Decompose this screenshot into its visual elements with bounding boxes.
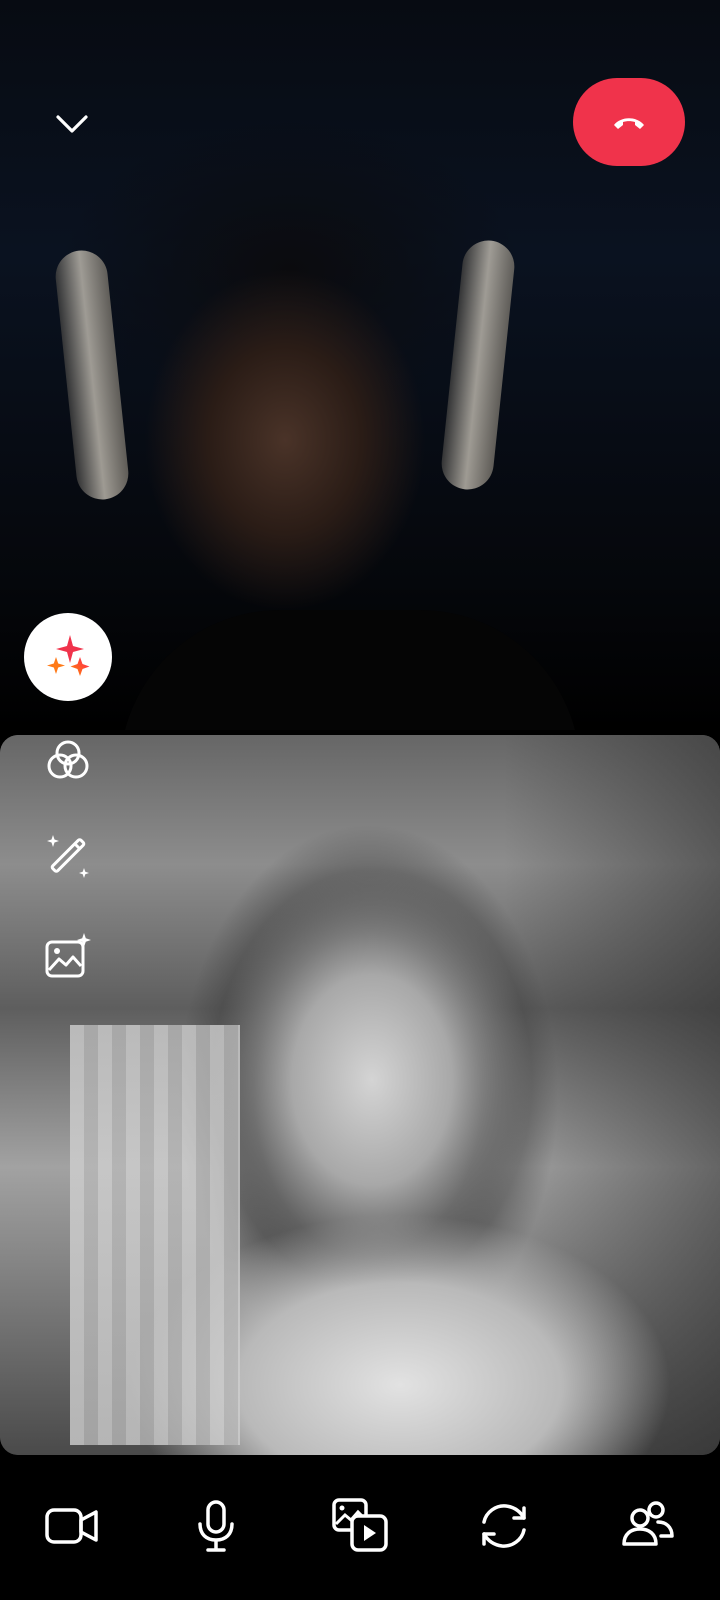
background-button[interactable]	[40, 928, 96, 984]
local-video-feed	[0, 735, 720, 1455]
microphone-toggle-button[interactable]	[180, 1490, 252, 1562]
sparkles-icon	[47, 635, 90, 676]
headphone-right	[439, 237, 517, 493]
video-camera-icon	[45, 1508, 98, 1544]
participants-button[interactable]	[612, 1490, 684, 1562]
flip-camera-icon	[482, 1504, 526, 1548]
microphone-icon	[198, 1500, 234, 1552]
filters-icon	[47, 740, 89, 779]
phone-hangup-icon	[614, 118, 644, 129]
share-media-icon	[332, 1498, 388, 1552]
camera-toggle-button[interactable]	[36, 1490, 108, 1562]
effects-button[interactable]	[24, 613, 112, 701]
share-media-button[interactable]	[324, 1490, 396, 1562]
filters-button[interactable]	[40, 733, 96, 789]
minimize-button[interactable]	[44, 96, 100, 152]
participants-icon	[622, 1501, 674, 1546]
flip-camera-button[interactable]	[468, 1490, 540, 1562]
remote-shoulders	[120, 610, 580, 730]
call-controls-bar	[0, 1462, 720, 1600]
curtain	[70, 1025, 240, 1445]
image-sparkle-icon	[45, 933, 91, 978]
headphone-left	[53, 247, 131, 503]
magic-wand-button[interactable]	[40, 828, 96, 884]
magic-wand-icon	[47, 835, 89, 878]
chevron-down-icon	[56, 115, 88, 133]
end-call-button[interactable]	[573, 78, 685, 166]
